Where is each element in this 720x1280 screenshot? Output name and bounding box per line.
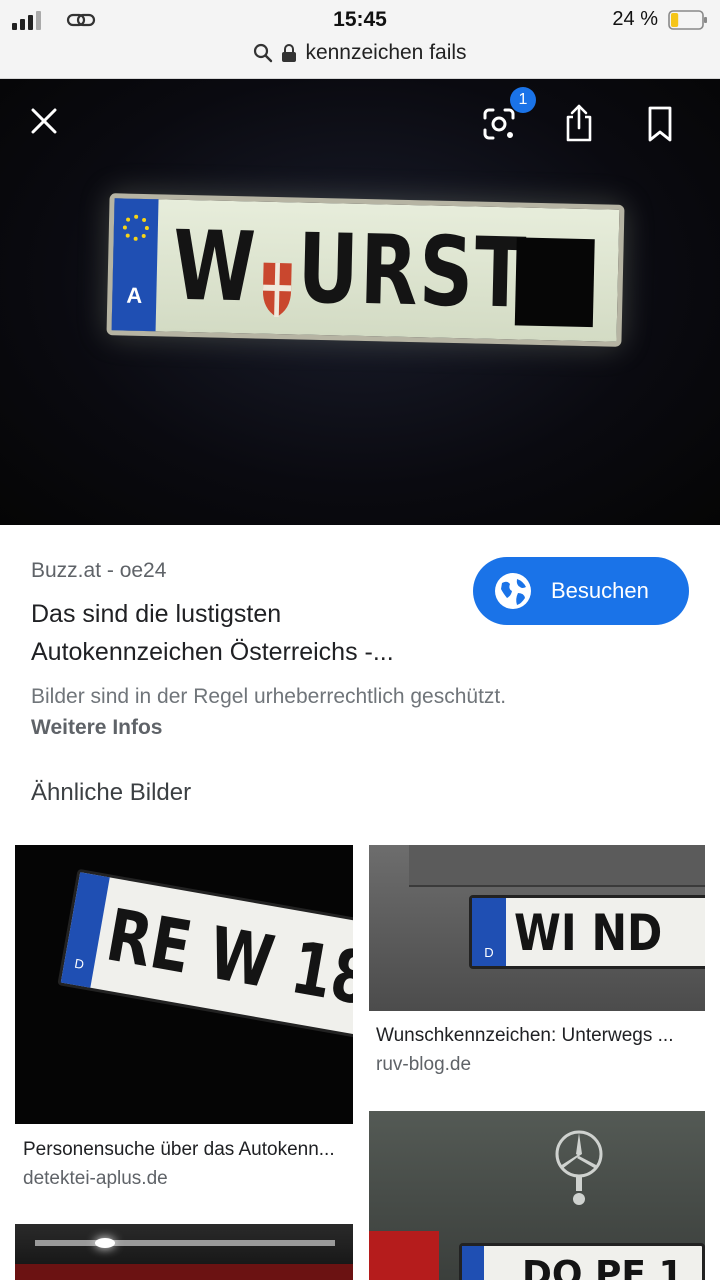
mercedes-star-icon <box>555 1130 603 1205</box>
plate-text: W URST <box>172 200 529 340</box>
similar-image-thumbnail[interactable]: DO PE 1 <box>369 1111 705 1280</box>
plate-text: RE W 18 <box>100 892 353 1022</box>
license-plate-image: A W URST <box>106 193 625 347</box>
tail-light <box>369 1231 439 1280</box>
result-source[interactable]: Buzz.at - oe24 <box>31 559 166 583</box>
similar-image-item[interactable]: DO PE 1 <box>369 1111 705 1280</box>
plate-text: WI ND <box>514 904 663 962</box>
redaction-block <box>514 237 595 328</box>
visit-button-label: Besuchen <box>551 578 649 603</box>
light-reflection <box>95 1238 115 1248</box>
battery-percent: 24 % <box>612 8 658 30</box>
plate-text-right: URST <box>296 212 529 330</box>
similar-image-thumbnail[interactable]: D WI ND <box>369 845 705 1011</box>
image-viewer[interactable]: A W URST 1 <box>0 79 720 525</box>
similar-image-caption[interactable]: Personensuche über das Autokenn... <box>23 1139 335 1161</box>
copyright-notice: Bilder sind in der Regel urheberrechtlic… <box>31 685 507 708</box>
close-icon[interactable] <box>28 105 60 137</box>
car-trunk <box>409 845 705 887</box>
eu-band <box>462 1246 484 1280</box>
license-plate-image: D WI ND <box>469 895 705 969</box>
eu-band: A <box>111 198 159 332</box>
similar-image-thumbnail[interactable]: D RE W 18 <box>15 845 353 1124</box>
visit-button[interactable]: Besuchen <box>473 557 689 625</box>
eu-band: D <box>472 898 506 966</box>
license-plate-image: DO PE 1 <box>459 1243 705 1280</box>
status-bar: 15:45 24 % kennzeichen fails <box>0 0 720 79</box>
lock-icon <box>282 44 297 62</box>
similar-image-thumbnail[interactable] <box>15 1224 353 1280</box>
globe-icon <box>495 573 531 609</box>
tail-lights <box>15 1264 353 1280</box>
plate-country-code: A <box>126 282 143 308</box>
similar-image-domain: detektei-aplus.de <box>23 1168 168 1189</box>
more-info-link[interactable]: Weitere Infos <box>31 716 162 740</box>
car-trim <box>35 1240 335 1246</box>
plate-country-code: D <box>484 945 494 960</box>
google-lens-icon[interactable] <box>482 107 516 141</box>
license-plate-image: D RE W 18 <box>57 868 353 1044</box>
result-title[interactable]: Das sind die lustigsten Autokennzeichen … <box>31 595 451 671</box>
similar-image-item[interactable]: D WI ND Wunschkennzeichen: Unterwegs ...… <box>369 845 705 1085</box>
similar-image-caption[interactable]: Wunschkennzeichen: Unterwegs ... <box>376 1025 673 1047</box>
similar-image-item[interactable] <box>15 1224 353 1280</box>
plate-text: DO PE 1 <box>522 1254 684 1280</box>
eu-stars-icon <box>122 214 149 241</box>
share-icon[interactable] <box>562 103 596 143</box>
url-text: kennzeichen fails <box>305 41 467 64</box>
battery-icon <box>668 10 707 30</box>
url-bar[interactable]: kennzeichen fails <box>0 40 720 66</box>
lens-notification-badge: 1 <box>510 87 536 113</box>
plate-text-left: W <box>171 209 259 324</box>
similar-image-item[interactable]: D RE W 18 Personensuche über das Autoken… <box>15 845 353 1195</box>
vienna-coat-of-arms-icon <box>260 234 296 318</box>
similar-images-heading: Ähnliche Bilder <box>31 779 192 806</box>
search-icon <box>254 43 273 63</box>
plate-country-code: D <box>73 955 86 973</box>
bookmark-icon[interactable] <box>644 105 676 143</box>
similar-image-domain: ruv-blog.de <box>376 1054 472 1075</box>
